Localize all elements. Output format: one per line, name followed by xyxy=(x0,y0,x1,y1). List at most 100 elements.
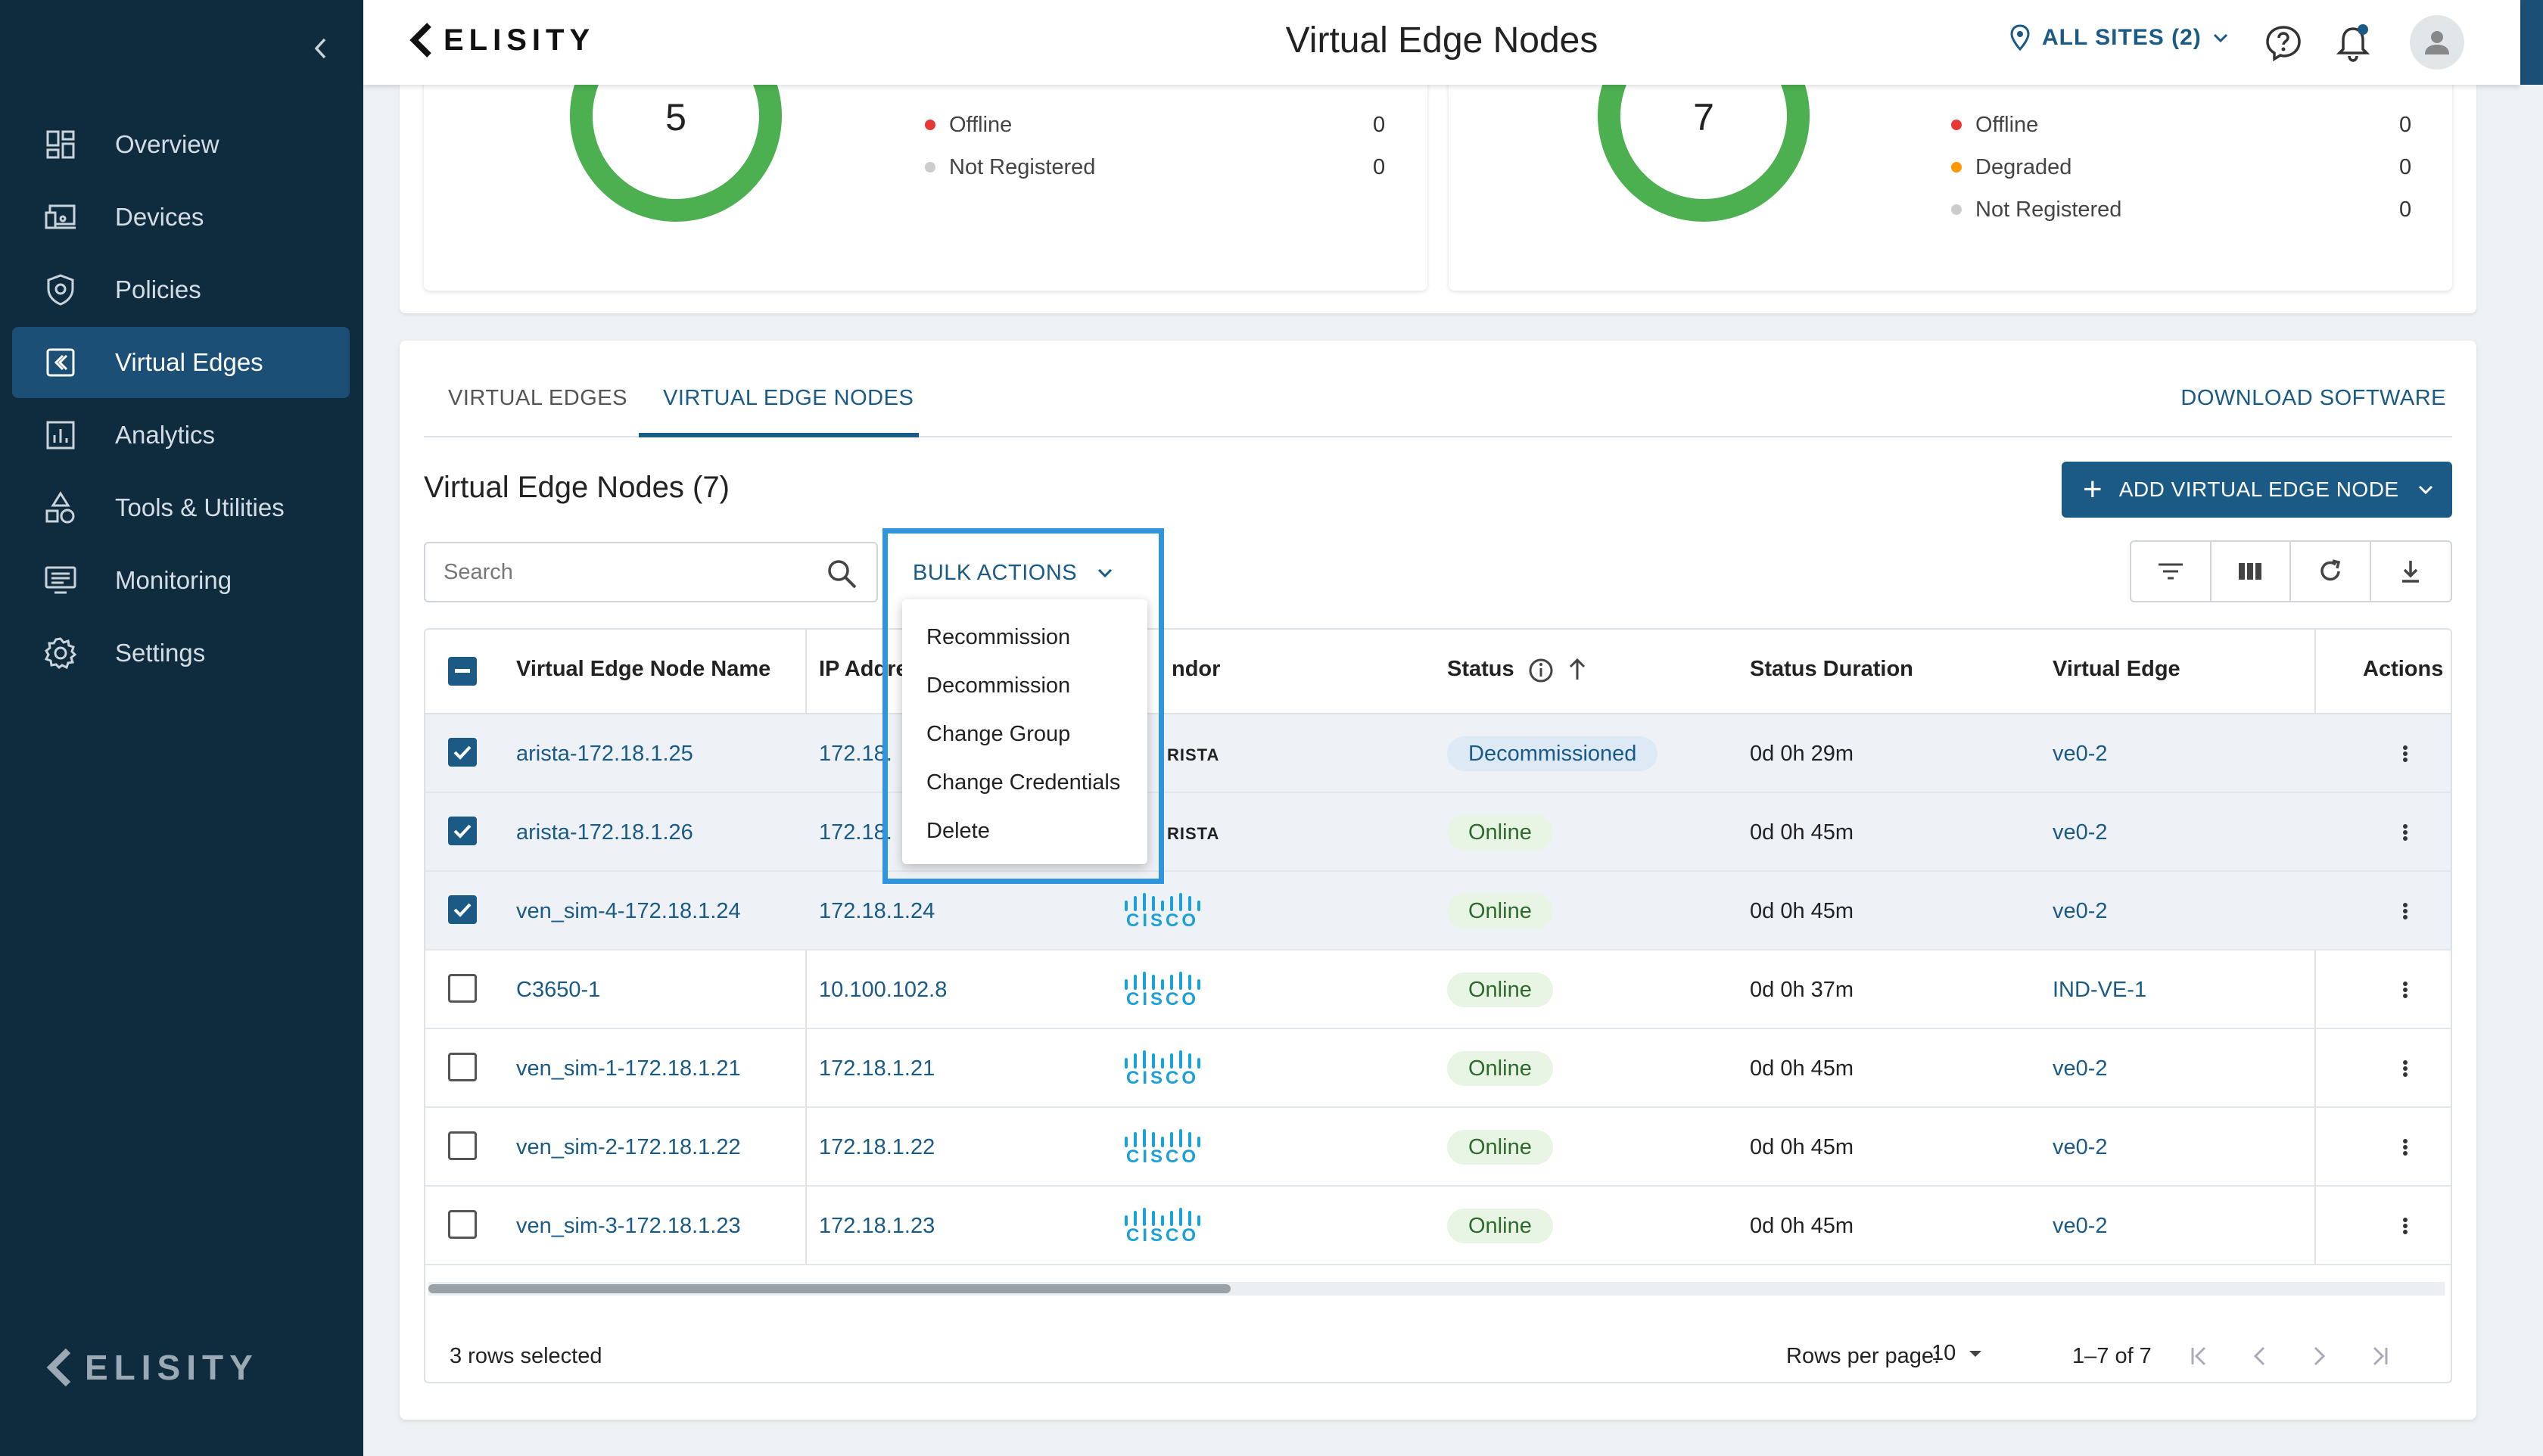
node-ip-link[interactable]: 172.18.1.22 xyxy=(819,1134,935,1161)
node-ip-link[interactable]: 172.18. xyxy=(819,740,892,767)
node-name-link[interactable]: ven_sim-4-172.18.1.24 xyxy=(516,898,741,925)
first-page-button[interactable] xyxy=(2183,1339,2216,1373)
tab-virtual-edges[interactable]: VIRTUAL EDGES xyxy=(448,386,627,411)
legend-degraded: Degraded xyxy=(1951,152,2071,182)
site-selector[interactable]: ALL SITES (2) xyxy=(2010,24,2229,51)
table-row[interactable]: arista-172.18.1.26 172.18. RISTA Online 0d 0… xyxy=(425,793,2451,872)
virtual-edge-link[interactable]: ve0-2 xyxy=(2053,740,2108,767)
menu-item-change-credentials[interactable]: Change Credentials xyxy=(902,758,1147,807)
node-ip-link[interactable]: 10.100.102.8 xyxy=(819,976,947,1003)
row-actions-button[interactable] xyxy=(2390,1128,2420,1166)
add-virtual-edge-node-button[interactable]: + ADD VIRTUAL EDGE NODE xyxy=(2062,462,2452,518)
row-actions-button[interactable] xyxy=(2390,735,2420,773)
row-checkbox[interactable] xyxy=(448,1210,477,1239)
legend-dot-degraded xyxy=(1951,162,1962,173)
bulk-actions-button[interactable]: BULK ACTIONS xyxy=(899,549,1149,596)
table-row[interactable]: arista-172.18.1.25 172.18. RISTA Decommissi… xyxy=(425,714,2451,793)
virtual-edge-link[interactable]: ve0-2 xyxy=(2053,1055,2108,1082)
columns-button[interactable] xyxy=(2212,542,2291,601)
row-checkbox[interactable] xyxy=(448,1131,477,1160)
node-name-link[interactable]: ven_sim-3-172.18.1.23 xyxy=(516,1212,741,1240)
rows-per-page-select[interactable]: 10 xyxy=(1931,1341,1983,1366)
search-icon[interactable] xyxy=(825,557,858,590)
node-ip-link[interactable]: 172.18.1.23 xyxy=(819,1212,935,1240)
horizontal-scrollbar[interactable] xyxy=(428,1282,2445,1296)
table-row[interactable]: ven_sim-4-172.18.1.24 172.18.1.24 CISCO Onl… xyxy=(425,872,2451,950)
sidebar-item-overview[interactable]: Overview xyxy=(12,109,350,180)
column-header-status-duration[interactable]: Status Duration xyxy=(1750,657,1913,682)
row-actions-button[interactable] xyxy=(2390,1050,2420,1087)
tab-virtual-edge-nodes[interactable]: VIRTUAL EDGE NODES xyxy=(663,386,914,411)
node-name-link[interactable]: ven_sim-2-172.18.1.22 xyxy=(516,1134,741,1161)
horizontal-scroll-thumb[interactable] xyxy=(428,1284,1231,1293)
filter-button[interactable] xyxy=(2131,542,2212,601)
select-all-checkbox[interactable] xyxy=(448,657,477,686)
page-scrollbar[interactable] xyxy=(2520,0,2543,85)
virtual-edge-link[interactable]: ve0-2 xyxy=(2053,1134,2108,1161)
virtual-edge-link[interactable]: ve0-2 xyxy=(2053,898,2108,925)
row-actions-button[interactable] xyxy=(2390,814,2420,851)
sort-ascending-icon[interactable] xyxy=(1567,657,1588,683)
legend-value: 0 xyxy=(1373,155,1386,179)
node-ip-link[interactable]: 172.18.1.24 xyxy=(819,898,935,925)
sidebar-item-policies[interactable]: Policies xyxy=(12,254,350,325)
row-checkbox[interactable] xyxy=(448,738,477,767)
column-header-vendor[interactable]: ndor xyxy=(1172,657,1220,682)
row-actions-button[interactable] xyxy=(2390,1207,2420,1245)
node-name-link[interactable]: arista-172.18.1.25 xyxy=(516,740,693,767)
notifications-button[interactable] xyxy=(2334,23,2372,64)
menu-item-change-group[interactable]: Change Group xyxy=(902,710,1147,758)
table-row[interactable]: ven_sim-1-172.18.1.21 172.18.1.21 CISCO Onl… xyxy=(425,1029,2451,1108)
sidebar-item-analytics[interactable]: Analytics xyxy=(12,400,350,471)
sidebar-item-virtual-edges[interactable]: Virtual Edges xyxy=(12,327,350,398)
column-header-status[interactable]: Status xyxy=(1447,657,1514,682)
vendor-text: CISCO xyxy=(1125,989,1199,1010)
user-avatar[interactable] xyxy=(2410,15,2464,70)
column-header-ip[interactable]: IP Addre xyxy=(819,657,908,682)
export-button[interactable] xyxy=(2371,542,2451,601)
legend-value: 0 xyxy=(2399,113,2412,137)
menu-item-delete[interactable]: Delete xyxy=(902,807,1147,855)
help-button[interactable] xyxy=(2264,24,2302,62)
chevron-down-icon xyxy=(1098,568,1113,578)
node-name-link[interactable]: C3650-1 xyxy=(516,976,600,1003)
download-software-link[interactable]: DOWNLOAD SOFTWARE xyxy=(2180,386,2446,411)
column-header-name[interactable]: Virtual Edge Node Name xyxy=(516,657,770,682)
node-ip-link[interactable]: 172.18.1.21 xyxy=(819,1055,935,1082)
virtual-edge-link[interactable]: IND-VE-1 xyxy=(2053,976,2146,1003)
row-actions-button[interactable] xyxy=(2390,971,2420,1009)
menu-item-recommission[interactable]: Recommission xyxy=(902,613,1147,661)
table-row[interactable]: ven_sim-2-172.18.1.22 172.18.1.22 CISCO Onl… xyxy=(425,1108,2451,1187)
virtual-edges-total: 5 xyxy=(665,96,686,138)
status-badge: Online xyxy=(1447,972,1553,1007)
virtual-edge-link[interactable]: ve0-2 xyxy=(2053,819,2108,846)
column-header-virtual-edge[interactable]: Virtual Edge xyxy=(2053,657,2180,682)
collapse-sidebar-button[interactable] xyxy=(306,33,336,64)
table-row[interactable]: ven_sim-3-172.18.1.23 172.18.1.23 CISCO Onl… xyxy=(425,1187,2451,1265)
sidebar-item-tools[interactable]: Tools & Utilities xyxy=(12,472,350,543)
row-checkbox[interactable] xyxy=(448,895,477,924)
search-input[interactable] xyxy=(444,557,807,587)
last-page-button[interactable] xyxy=(2363,1339,2396,1373)
sidebar-item-settings[interactable]: Settings xyxy=(12,618,350,689)
sidebar-item-monitoring[interactable]: Monitoring xyxy=(12,545,350,616)
next-page-button[interactable] xyxy=(2302,1339,2336,1373)
table-row[interactable]: C3650-1 10.100.102.8 CISCO Online 0d 0h 37m I… xyxy=(425,950,2451,1029)
chevron-down-icon xyxy=(2418,485,2433,495)
row-checkbox[interactable] xyxy=(448,974,477,1003)
node-ip-link[interactable]: 172.18. xyxy=(819,819,892,846)
node-name-link[interactable]: ven_sim-1-172.18.1.21 xyxy=(516,1055,741,1082)
row-actions-button[interactable] xyxy=(2390,892,2420,930)
refresh-button[interactable] xyxy=(2291,542,2371,601)
node-name-link[interactable]: arista-172.18.1.26 xyxy=(516,819,693,846)
previous-page-button[interactable] xyxy=(2243,1339,2277,1373)
row-checkbox[interactable] xyxy=(448,1053,477,1081)
info-icon[interactable] xyxy=(1527,657,1555,684)
menu-item-decommission[interactable]: Decommission xyxy=(902,661,1147,710)
status-duration: 0d 0h 37m xyxy=(1750,978,1854,1002)
virtual-edge-link[interactable]: ve0-2 xyxy=(2053,1212,2108,1240)
filter-icon xyxy=(2158,563,2183,580)
sidebar-item-devices[interactable]: Devices xyxy=(12,182,350,253)
row-checkbox[interactable] xyxy=(448,817,477,845)
cisco-logo: CISCO xyxy=(1123,1126,1202,1168)
